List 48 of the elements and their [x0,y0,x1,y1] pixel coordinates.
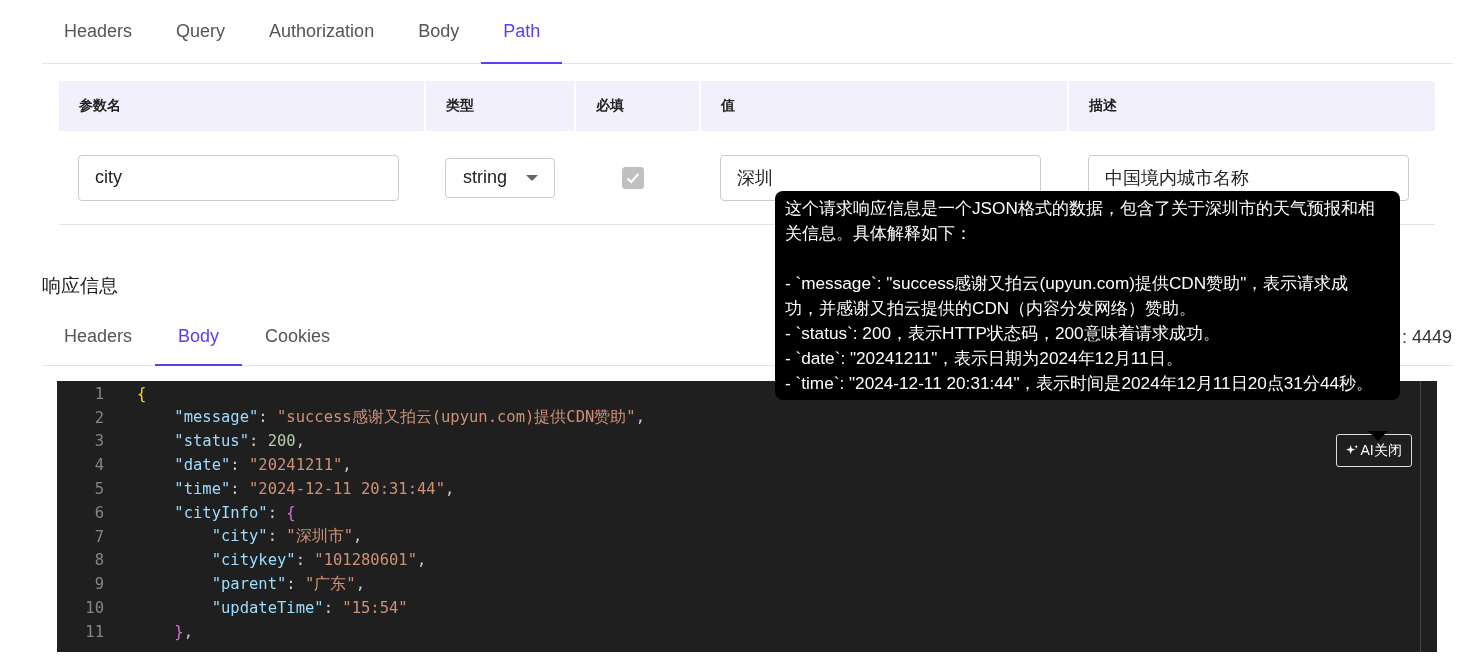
code-line: "citykey": "101280601", [210,551,427,570]
tooltip-paragraph: - `time`: "2024-12-11 20:31:44"，表示时间是2024年12月11日20点31分44秒。 [785,372,1375,395]
response-tab[interactable]: Headers [42,309,156,366]
type-select[interactable]: string [445,157,555,198]
caret-icon [526,174,538,181]
required-checkbox[interactable] [621,166,644,189]
ai-close-button[interactable]: AI关闭 [1336,434,1412,467]
column-header: 描述 [1069,81,1435,131]
line-number: 11 [84,622,104,641]
code-line: "message": "success感谢又拍云(upyun.com)提供CDN赞助", [173,407,645,429]
sparkle-icon [1346,444,1360,457]
param-name-field[interactable]: city [78,154,399,201]
tooltip-paragraph: - `date`: "20241211"，表示日期为2024年12月11日。 [785,347,1184,370]
line-number: 1 [93,384,104,403]
column-header: 必填 [576,81,699,131]
response-tab[interactable]: Body [155,309,243,366]
request-tab[interactable]: Authorization [247,0,397,64]
line-number: 4 [93,456,104,475]
code-line: "status": 200, [173,432,305,451]
code-line: { [137,384,147,403]
request-tab[interactable]: Body [396,0,482,64]
section-title: 响应信息 [42,274,118,297]
tooltip-paragraph: - `status`: 200，表示HTTP状态码，200意味着请求成功。 [785,322,1221,345]
line-number: 3 [93,432,104,451]
line-number: 6 [93,503,104,522]
code-line: "parent": "广东", [210,573,365,595]
code-line: "cityInfo": { [173,503,296,522]
tooltip-pointer [1368,431,1388,441]
code-line: "time": "2024-12-11 20:31:44", [173,480,455,499]
column-header: 类型 [426,81,574,131]
response-size: : 4449 [1401,326,1452,348]
line-number: 2 [93,408,104,427]
request-tab[interactable]: Query [154,0,248,64]
line-number: 8 [93,551,104,570]
request-tab[interactable]: Headers [42,0,155,64]
column-header: 值 [701,81,1067,131]
line-number: 9 [93,575,104,594]
tooltip-paragraph: - `message`: "success感谢又拍云(upyun.com)提供CDN赞助"，表示请求成功，并感谢又拍云提供的CDN（内容分发网络）赞助。 [785,272,1350,320]
column-header: 参数名 [59,81,424,131]
line-number: 5 [93,480,104,499]
code-line: "city": "深圳市", [210,526,363,548]
request-tab[interactable]: Path [481,0,563,64]
code-line: }, [173,622,193,641]
line-number: 7 [93,527,104,546]
line-number: 10 [84,599,104,618]
response-tab[interactable]: Cookies [242,309,354,366]
code-line: "updateTime": "15:54" [210,599,408,618]
code-line: "date": "20241211", [173,456,352,475]
